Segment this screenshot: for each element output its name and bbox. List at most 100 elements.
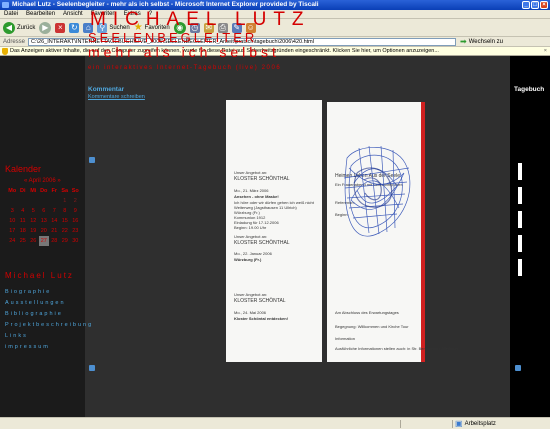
scroll-up-arrow-icon[interactable] xyxy=(89,157,95,163)
sidebar-nav: Biographie Ausstellungen Bibliographie P… xyxy=(5,287,93,353)
calendar-week: 1 2 xyxy=(7,196,81,206)
calendar-day[interactable]: 29 xyxy=(60,236,71,246)
calendar-weekday: Mo xyxy=(8,188,17,194)
calendar-day[interactable]: 12 xyxy=(28,216,39,226)
menu-datei[interactable]: Datei xyxy=(4,10,18,18)
calendar-weekday: Do xyxy=(40,188,48,194)
doc-line: Beginn: 19.00 Uhr xyxy=(234,225,267,230)
calendar-day[interactable]: 8 xyxy=(60,206,71,216)
tagebuch-entry-bar[interactable] xyxy=(518,163,522,180)
calendar-day[interactable]: 11 xyxy=(18,216,29,226)
tagebuch-entry-bar[interactable] xyxy=(518,211,522,228)
calendar-day xyxy=(28,196,39,206)
tagebuch-scroll-arrow-icon[interactable] xyxy=(515,365,521,371)
calendar-day[interactable]: 5 xyxy=(28,206,39,216)
calendar-weekday: Fr xyxy=(51,188,58,194)
doc-line: KLOSTER SCHÖNTAL xyxy=(234,298,286,304)
calendar-day[interactable]: 13 xyxy=(39,216,50,226)
sidebar-name: Michael Lutz xyxy=(5,271,74,280)
calendar-day[interactable]: 20 xyxy=(39,226,50,236)
calendar-day xyxy=(7,196,18,206)
calendar: Mo Di Mi Do Fr Sa So 1 2 3 4 5 6 7 8 9 1… xyxy=(7,186,81,246)
calendar-day[interactable]: 26 xyxy=(28,236,39,246)
menu-ansicht[interactable]: Ansicht xyxy=(63,10,83,18)
calendar-day[interactable]: 23 xyxy=(70,226,81,236)
doc-line: Unser Angebot an: xyxy=(234,234,268,239)
stop-icon[interactable]: × xyxy=(55,22,66,33)
go-arrow-icon: ➡ xyxy=(460,37,467,46)
page-tagline: ein interaktives Internet-Tagebuch (live… xyxy=(88,65,282,71)
tagebuch-title: Tagebuch xyxy=(514,86,545,93)
calendar-day[interactable]: 24 xyxy=(7,236,18,246)
calendar-day[interactable]: 14 xyxy=(49,216,60,226)
close-button[interactable]: × xyxy=(540,1,548,9)
nav-link-ausstellungen[interactable]: Ausstellungen xyxy=(5,298,93,309)
doc-line: Unser Angebot an: xyxy=(234,292,268,297)
calendar-day[interactable]: 9 xyxy=(70,206,81,216)
forward-button[interactable]: ▶ xyxy=(39,21,52,34)
doc-line: Unser Angebot an: xyxy=(234,170,268,175)
doc-line: Würzburg (Fr.) xyxy=(234,257,262,262)
tagebuch-entry-bar[interactable] xyxy=(518,187,522,204)
go-label: Wechseln zu xyxy=(468,38,503,45)
ie-icon xyxy=(2,2,9,8)
tagebuch-entry-bar[interactable] xyxy=(518,259,522,276)
back-arrow-icon: ◀ xyxy=(3,21,15,34)
back-label: Zurück xyxy=(17,24,36,31)
status-zone: ▣ Arbeitsplatz xyxy=(455,418,496,429)
back-button[interactable]: ◀ Zurück xyxy=(3,21,36,34)
calendar-day[interactable]: 25 xyxy=(18,236,29,246)
calendar-day[interactable]: 28 xyxy=(49,236,60,246)
calendar-weekday: Mi xyxy=(30,188,37,194)
nav-link-impressum[interactable]: impressum xyxy=(5,342,93,353)
calendar-week: 3 4 5 6 7 8 9 xyxy=(7,206,81,216)
calendar-title: Kalender xyxy=(5,164,42,174)
maximize-button[interactable]: □ xyxy=(531,1,539,9)
calendar-day: 2 xyxy=(73,198,77,204)
scroll-down-arrow-icon[interactable] xyxy=(89,365,95,371)
calendar-day[interactable]: 10 xyxy=(7,216,18,226)
nav-link-links[interactable]: Links xyxy=(5,331,93,342)
doc-line: Mo., 21. März 2006 xyxy=(234,188,269,193)
calendar-day[interactable]: 19 xyxy=(28,226,39,236)
calendar-month-nav[interactable]: « April 2006 » xyxy=(24,178,61,184)
calendar-day[interactable]: 7 xyxy=(49,206,60,216)
calendar-day[interactable]: 4 xyxy=(18,206,29,216)
infobar-close-icon[interactable]: × xyxy=(544,47,547,55)
zone-label: Arbeitsplatz xyxy=(464,421,496,427)
calendar-day[interactable]: 6 xyxy=(39,206,50,216)
window-controls: _ □ × xyxy=(522,1,548,9)
calendar-day[interactable]: 16 xyxy=(70,216,81,226)
doc-line: Begegnung: Willkommen und Kirche Tour xyxy=(335,324,409,329)
menu-bearbeiten[interactable]: Bearbeiten xyxy=(26,10,55,18)
calendar-day[interactable]: 30 xyxy=(70,236,81,246)
calendar-header-row: Mo Di Mi Do Fr Sa So xyxy=(7,186,81,196)
calendar-weekday: Sa xyxy=(61,188,69,194)
tagebuch-entry-bar[interactable] xyxy=(518,235,522,252)
calendar-week: 10 11 12 13 14 15 16 xyxy=(7,216,81,226)
minimize-button[interactable]: _ xyxy=(522,1,530,9)
blue-scribble-drawing xyxy=(343,145,411,237)
doc-line: Ausführliche Informationen stellen auch:… xyxy=(335,346,458,351)
calendar-day[interactable]: 22 xyxy=(60,226,71,236)
go-button[interactable]: ➡ Wechseln zu xyxy=(460,37,503,46)
nav-link-bibliographie[interactable]: Bibliographie xyxy=(5,309,93,320)
calendar-day-selected[interactable]: 27 xyxy=(38,236,49,246)
doc-line: Information xyxy=(335,336,356,341)
calendar-day[interactable]: 21 xyxy=(49,226,60,236)
kommentar-link[interactable]: Kommentare schreiben xyxy=(88,94,145,100)
refresh-icon[interactable]: ↻ xyxy=(69,22,80,33)
nav-link-biographie[interactable]: Biographie xyxy=(5,287,93,298)
nav-link-projektbeschreibung[interactable]: Projektbeschreibung xyxy=(5,320,93,331)
calendar-day[interactable]: 18 xyxy=(18,226,29,236)
calendar-day xyxy=(39,196,50,206)
window-title: Michael Lutz - Seelenbegleiter - mehr al… xyxy=(12,1,319,8)
doc-line: Ansehen - ohne Maske! xyxy=(234,194,279,199)
shield-icon xyxy=(2,48,8,55)
calendar-day[interactable]: 3 xyxy=(7,206,18,216)
calendar-day xyxy=(49,196,60,206)
kommentar-title: Kommentar xyxy=(88,86,125,93)
calendar-day[interactable]: 17 xyxy=(7,226,18,236)
calendar-day[interactable]: 15 xyxy=(60,216,71,226)
calendar-weekday: Di xyxy=(20,188,26,194)
